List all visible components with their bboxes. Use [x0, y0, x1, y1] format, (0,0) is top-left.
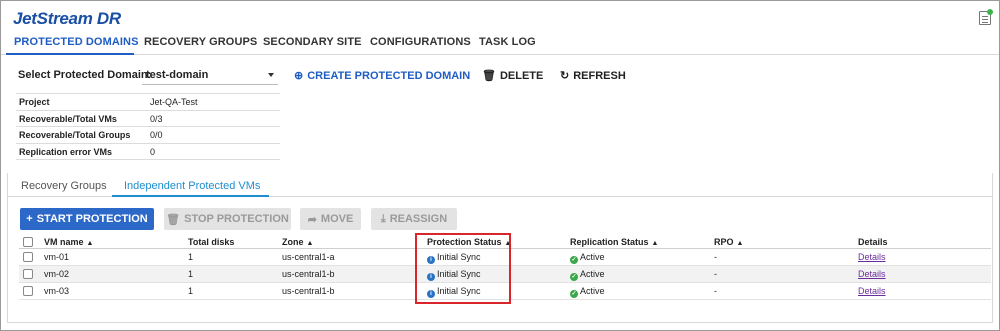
row-checkbox[interactable]	[23, 269, 33, 279]
tab-secondary-site[interactable]: SECONDARY SITE	[263, 36, 362, 48]
col-total-disks: Total disks	[188, 237, 235, 247]
sort-asc-icon: ▲	[86, 240, 94, 247]
col-details: Details	[858, 237, 888, 247]
zone: us-central1-b	[282, 269, 335, 279]
col-rpo[interactable]: RPO ▲	[714, 237, 743, 247]
protection-status-highlight	[415, 233, 511, 304]
total-disks: 1	[188, 269, 194, 279]
details-link[interactable]: Details	[858, 269, 886, 279]
move-button[interactable]: ➦ MOVE	[300, 208, 361, 230]
check-circle-icon: ✓	[570, 273, 578, 281]
total-disks: 1	[188, 286, 194, 296]
active-subtab-indicator	[112, 195, 269, 197]
check-circle-icon: ✓	[570, 290, 578, 298]
details-link[interactable]: Details	[858, 252, 886, 262]
total-disks: 1	[188, 252, 194, 262]
row-checkbox[interactable]	[23, 286, 33, 296]
selected-domain: test-domain	[146, 69, 209, 81]
details-link[interactable]: Details	[858, 286, 886, 296]
trash-icon: 🗑	[482, 70, 496, 82]
info-row: Recoverable/Total VMs 0/3	[16, 111, 280, 127]
rpo: -	[714, 269, 717, 279]
arrow-icon: ➦	[307, 213, 317, 226]
zone: us-central1-b	[282, 286, 335, 296]
tab-independent-protected-vms[interactable]: Independent Protected VMs	[124, 180, 260, 192]
download-icon: ⤓	[380, 212, 386, 225]
zone: us-central1-a	[282, 252, 335, 262]
replication-status: ✓ Active	[570, 286, 605, 298]
main-nav: PROTECTED DOMAINS RECOVERY GROUPS SECOND…	[1, 31, 999, 55]
sub-tabs: Recovery Groups Independent Protected VM…	[7, 173, 993, 197]
protected-domain-select[interactable]: test-domain	[142, 65, 278, 85]
start-protection-button[interactable]: + START PROTECTION	[20, 208, 154, 230]
sort-asc-icon: ▲	[306, 240, 314, 247]
sort-asc-icon: ▲	[651, 240, 659, 247]
delete-button[interactable]: 🗑 DELETE	[482, 69, 543, 83]
check-circle-icon: ✓	[570, 256, 578, 264]
tab-recovery-groups-sub[interactable]: Recovery Groups	[21, 180, 107, 192]
vm-name: vm-01	[44, 252, 70, 262]
col-zone[interactable]: Zone ▲	[282, 237, 313, 247]
clipboard-icon[interactable]	[979, 9, 993, 25]
plus-circle-icon: ⊕	[294, 70, 304, 82]
reassign-button[interactable]: ⤓ REASSIGN	[371, 208, 457, 230]
active-tab-indicator	[6, 53, 134, 55]
tab-configurations[interactable]: CONFIGURATIONS	[370, 36, 471, 48]
domain-info-table: Project Jet-QA-Test Recoverable/Total VM…	[16, 93, 280, 160]
trash-icon: 🗑	[166, 213, 181, 226]
replication-status: ✓ Active	[570, 252, 605, 264]
chevron-down-icon	[268, 73, 274, 77]
app-window: JetStream DR PROTECTED DOMAINS RECOVERY …	[0, 0, 1000, 331]
vm-name: vm-03	[44, 286, 70, 296]
select-all-checkbox[interactable]	[23, 237, 33, 247]
plus-icon: +	[26, 213, 33, 225]
domain-select-label: Select Protected Domain:	[18, 69, 152, 81]
col-replication-status[interactable]: Replication Status ▲	[570, 237, 658, 247]
tab-recovery-groups[interactable]: RECOVERY GROUPS	[144, 36, 257, 48]
row-checkbox[interactable]	[23, 252, 33, 262]
tab-protected-domains[interactable]: PROTECTED DOMAINS	[14, 36, 139, 48]
info-row: Recoverable/Total Groups 0/0	[16, 127, 280, 144]
info-row: Replication error VMs 0	[16, 144, 280, 160]
refresh-icon: ↻	[560, 70, 570, 82]
col-vm-name[interactable]: VM name ▲	[44, 237, 93, 247]
rpo: -	[714, 286, 717, 296]
replication-status: ✓ Active	[570, 269, 605, 281]
tab-task-log[interactable]: TASK LOG	[479, 36, 536, 48]
app-logo: JetStream DR	[13, 9, 121, 28]
info-row: Project Jet-QA-Test	[16, 94, 280, 111]
sort-asc-icon: ▲	[736, 240, 744, 247]
vm-name: vm-02	[44, 269, 70, 279]
rpo: -	[714, 252, 717, 262]
stop-protection-button[interactable]: 🗑 STOP PROTECTION	[164, 208, 291, 230]
create-protected-domain-button[interactable]: ⊕ CREATE PROTECTED DOMAIN	[294, 69, 470, 83]
refresh-button[interactable]: ↻ REFRESH	[560, 69, 626, 83]
